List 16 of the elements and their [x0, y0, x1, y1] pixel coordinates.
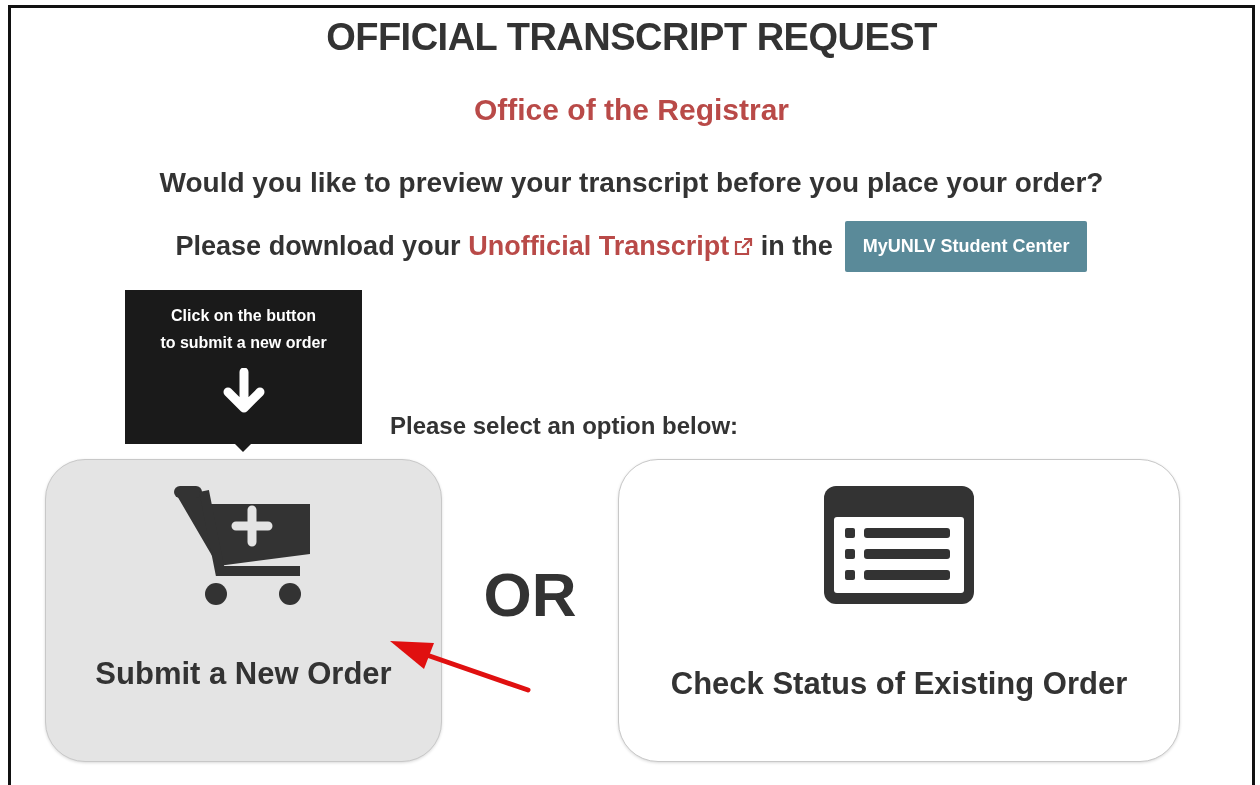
list-window-icon: [824, 486, 974, 604]
down-arrow-icon: [221, 368, 266, 414]
external-link-icon: [733, 236, 754, 257]
page-title: OFFICIAL TRANSCRIPT REQUEST: [326, 16, 937, 59]
unofficial-transcript-link[interactable]: Unofficial Transcript: [468, 231, 754, 262]
preview-question: Would you like to preview your transcript before you place your order?: [159, 167, 1104, 199]
download-instruction: Please download your Unofficial Transcript in the: [175, 231, 833, 262]
option-label: Check Status of Existing Order: [670, 666, 1128, 702]
student-center-button[interactable]: MyUNLV Student Center: [844, 221, 1088, 272]
option-card[interactable]: Check Status of Existing Order: [618, 459, 1180, 762]
page-subtitle: Office of the Registrar: [473, 93, 790, 127]
tooltip-text: Click on the button to submit a new order: [160, 306, 327, 353]
option-card[interactable]: Submit a New Order: [45, 459, 442, 762]
or-separator: OR: [482, 559, 578, 630]
option-label: Submit a New Order: [95, 656, 392, 692]
select-prompt: Please select an option below:: [390, 412, 739, 440]
